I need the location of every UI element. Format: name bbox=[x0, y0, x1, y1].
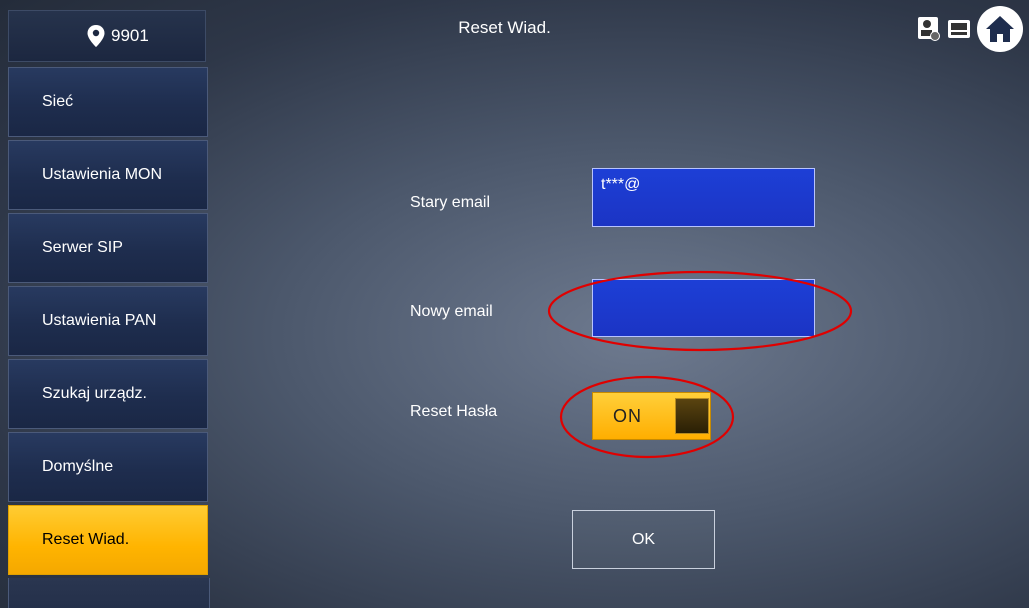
reset-password-toggle[interactable]: ON bbox=[592, 392, 711, 440]
sidebar-item-device-search[interactable]: Szukaj urządz. bbox=[8, 359, 208, 429]
sidebar-item-label: Serwer SIP bbox=[42, 239, 123, 256]
sidebar-menu: Sieć Ustawienia MON Serwer SIP Ustawieni… bbox=[8, 67, 210, 608]
toggle-knob bbox=[675, 398, 709, 434]
sidebar-item-monitor-settings[interactable]: Ustawienia MON bbox=[8, 140, 208, 210]
sidebar-item-label: Domyślne bbox=[42, 458, 114, 475]
home-button[interactable] bbox=[977, 6, 1023, 52]
sidebar-item-reset-message[interactable]: Reset Wiad. bbox=[8, 505, 208, 575]
home-icon bbox=[986, 16, 1014, 42]
monitor-icon[interactable] bbox=[917, 16, 941, 42]
sidebar-item-label: Ustawienia PAN bbox=[42, 312, 157, 329]
sidebar-item-panel-settings[interactable]: Ustawienia PAN bbox=[8, 286, 208, 356]
sidebar-item-label: Sieć bbox=[42, 93, 74, 110]
sidebar-item-defaults[interactable]: Domyślne bbox=[8, 432, 208, 502]
sidebar-item-network[interactable]: Sieć bbox=[8, 67, 208, 137]
ok-button[interactable]: OK bbox=[572, 510, 715, 569]
sidebar-item-sip-server[interactable]: Serwer SIP bbox=[8, 213, 208, 283]
toggle-state-text: ON bbox=[613, 405, 642, 426]
old-email-field[interactable]: t***@ bbox=[592, 168, 815, 227]
reset-password-label: Reset Hasła bbox=[410, 403, 498, 420]
sidebar-item-label: Reset Wiad. bbox=[42, 531, 130, 548]
sidebar-item-label: Ustawienia MON bbox=[42, 166, 163, 183]
new-email-label: Nowy email bbox=[410, 303, 493, 320]
sidebar-filler bbox=[8, 578, 210, 608]
top-bar: 9901 Reset Wiad. bbox=[0, 0, 1029, 66]
new-email-field[interactable] bbox=[592, 279, 815, 337]
page-title: Reset Wiad. bbox=[458, 18, 551, 37]
intercom-icon[interactable] bbox=[947, 16, 971, 42]
ok-button-label: OK bbox=[631, 530, 656, 548]
old-email-label: Stary email bbox=[410, 194, 491, 211]
sidebar-item-label: Szukaj urządz. bbox=[42, 385, 147, 402]
top-icons bbox=[917, 6, 1023, 52]
old-email-value: t***@ bbox=[601, 176, 641, 193]
